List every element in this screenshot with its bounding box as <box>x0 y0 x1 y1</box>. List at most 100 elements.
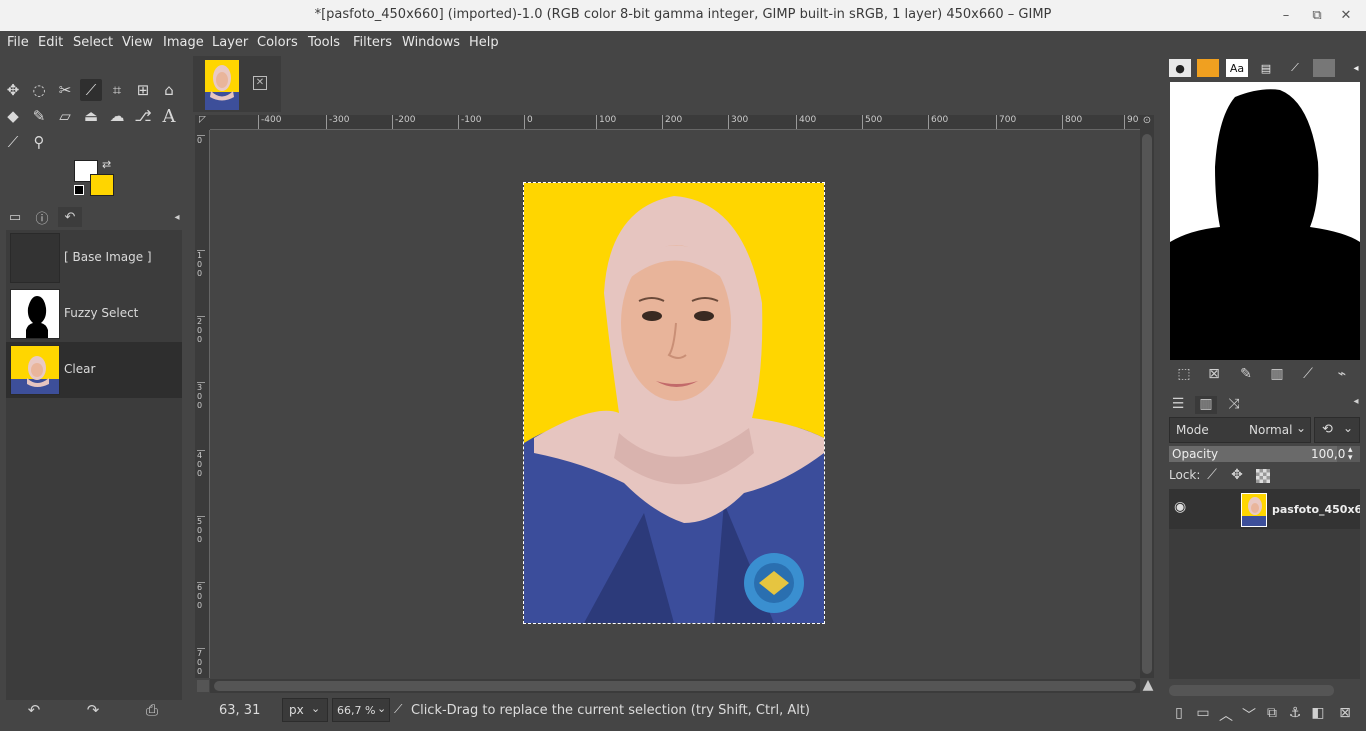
mode-select[interactable]: Mode Normal ⌄ <box>1169 417 1311 443</box>
menu-colors[interactable]: Colors <box>257 35 298 50</box>
layers-scroll-thumb[interactable] <box>1169 685 1334 696</box>
close-button[interactable]: ✕ <box>1336 6 1356 26</box>
bucket-fill-icon[interactable]: ◆ <box>2 105 24 127</box>
lower-layer-icon[interactable]: ﹀ <box>1238 705 1260 724</box>
vertical-ruler: 0 100 200 300 400 500 600 700 <box>195 130 210 678</box>
menu-file[interactable]: File <box>7 35 29 50</box>
paintbrush-icon[interactable]: ✎ <box>28 105 50 127</box>
menu-tools[interactable]: Tools <box>308 35 340 50</box>
new-layer-icon[interactable]: ▯ <box>1168 705 1190 723</box>
menu-view[interactable]: View <box>122 35 153 50</box>
crop-icon[interactable]: ⌗ <box>106 79 128 101</box>
ruler-corner-icon[interactable]: ◸ <box>195 115 210 130</box>
device-status-tab-icon[interactable]: ⓘ <box>30 207 54 227</box>
zoom-icon[interactable]: ⚲ <box>28 131 50 153</box>
menu-select[interactable]: Select <box>73 35 113 50</box>
select-none-icon[interactable]: ⊠ <box>1203 366 1225 384</box>
raise-layer-icon[interactable]: ︿ <box>1215 705 1237 724</box>
maximize-button[interactable]: ⧉ <box>1307 6 1327 26</box>
undo-history-list: [ Base Image ] Fuzzy Select Clear <box>6 230 182 700</box>
menu-image[interactable]: Image <box>163 35 204 50</box>
opacity-label: Opacity <box>1172 447 1219 461</box>
layer-mask-icon[interactable]: ◧ <box>1307 705 1329 723</box>
navigate-icon[interactable]: ▲ <box>1139 677 1157 695</box>
patterns-tab-icon[interactable] <box>1197 59 1219 77</box>
selection-to-path-icon[interactable]: ⬚ <box>1173 366 1195 384</box>
vertical-scrollbar[interactable] <box>1140 130 1154 678</box>
image-tab[interactable]: ✕ <box>193 56 281 112</box>
vertical-scroll-thumb[interactable] <box>1142 134 1152 674</box>
menu-layer[interactable]: Layer <box>212 35 248 50</box>
channels-icon[interactable]: ▥ <box>1266 366 1288 384</box>
move-tool-icon[interactable]: ✥ <box>2 79 24 101</box>
zoom-field[interactable]: 66,7 % ⌄ <box>332 698 390 722</box>
horizontal-scroll-thumb[interactable] <box>214 681 1136 691</box>
layer-name[interactable]: pasfoto_450x660 <box>1272 503 1360 516</box>
gradients-tab-icon[interactable] <box>1313 59 1335 77</box>
transform-icon[interactable]: ⊞ <box>132 79 154 101</box>
delete-layer-icon[interactable]: ⊠ <box>1334 705 1356 723</box>
default-colors-icon[interactable] <box>74 185 84 195</box>
dock-menu-icon[interactable]: ◂ <box>1345 59 1366 77</box>
undo-history-tab-icon[interactable]: ↶ <box>58 207 82 227</box>
paths-icon[interactable]: ⎇ <box>132 105 154 127</box>
horizontal-scrollbar[interactable] <box>210 679 1140 693</box>
fonts-tab[interactable]: Aa <box>1226 59 1248 77</box>
lock-pixels-icon[interactable]: ⟋ <box>1201 467 1223 485</box>
minimize-button[interactable]: – <box>1276 6 1296 26</box>
close-tab-icon[interactable]: ✕ <box>253 76 267 90</box>
paint-selection-icon[interactable]: ⟋ <box>1297 366 1319 384</box>
paths-tab-icon[interactable]: ⤨ <box>1223 396 1245 414</box>
tool-options-tab-icon[interactable]: ▭ <box>3 207 27 227</box>
fuzzy-select-icon[interactable]: ⟋ <box>80 79 102 101</box>
edit-selection-icon[interactable]: ✎ <box>1235 366 1257 384</box>
stroke-selection-icon[interactable]: ⌁ <box>1331 366 1353 384</box>
opacity-slider[interactable]: Opacity 100,0 ▴ ▾ <box>1169 446 1360 463</box>
visibility-eye-icon[interactable]: ◉ <box>1174 499 1186 515</box>
background-color-swatch[interactable] <box>90 174 114 196</box>
unit-select[interactable]: px ⌄ <box>282 698 328 722</box>
history-item-clear[interactable]: Clear <box>6 342 182 398</box>
dock-menu-icon[interactable]: ◂ <box>165 207 189 227</box>
ruler-v-label: 700 <box>197 648 205 676</box>
channels-tab-icon[interactable]: ▥ <box>1195 396 1217 414</box>
layer-row[interactable]: ◉ pasfoto_450x660 <box>1169 489 1360 529</box>
text-tool-icon[interactable]: A <box>158 105 180 127</box>
spin-arrows-icon[interactable]: ▴ ▾ <box>1348 446 1353 463</box>
zoom-lock-icon[interactable]: ⊙ <box>1140 115 1154 130</box>
warp-icon[interactable]: ⌂ <box>158 79 180 101</box>
brushes-tab-icon[interactable]: ● <box>1169 59 1191 77</box>
history-item-fuzzy-select[interactable]: Fuzzy Select <box>6 286 182 342</box>
layers-tab-icon[interactable]: ☰ <box>1167 396 1189 414</box>
swap-colors-icon[interactable]: ⇄ <box>102 158 111 171</box>
clone-icon[interactable]: ⏏ <box>80 105 102 127</box>
history-item-base-image[interactable]: [ Base Image ] <box>6 230 182 286</box>
layers-dock-menu-icon[interactable]: ◂ <box>1345 396 1366 414</box>
ruler-h-label: 300 <box>728 115 748 129</box>
canvas-area[interactable] <box>210 130 1138 678</box>
lock-alpha-icon[interactable] <box>1256 469 1270 483</box>
redo-icon[interactable]: ↷ <box>81 701 105 721</box>
clear-history-icon[interactable]: ⎙ <box>140 701 164 721</box>
image-canvas[interactable] <box>523 182 825 624</box>
ruler-h-label: 400 <box>796 115 816 129</box>
ellipse-select-icon[interactable]: ◌ <box>28 79 50 101</box>
eraser-icon[interactable]: ▱ <box>54 105 76 127</box>
menu-windows[interactable]: Windows <box>402 35 460 50</box>
ruler-h-label: 100 <box>596 115 616 129</box>
composite-mode-select[interactable]: ⟲ ⌄ <box>1314 417 1360 443</box>
smudge-icon[interactable]: ☁ <box>106 105 128 127</box>
menu-edit[interactable]: Edit <box>38 35 63 50</box>
duplicate-layer-icon[interactable]: ⧉ <box>1261 705 1283 723</box>
color-picker-icon[interactable]: ⟋ <box>2 131 24 153</box>
menu-help[interactable]: Help <box>469 35 499 50</box>
scissors-icon[interactable]: ✂ <box>54 79 76 101</box>
undo-icon[interactable]: ↶ <box>22 701 46 721</box>
menu-filters[interactable]: Filters <box>353 35 392 50</box>
new-layer-group-icon[interactable]: ▭ <box>1192 705 1214 723</box>
quick-mask-toggle-icon[interactable] <box>197 680 209 692</box>
anchor-layer-icon[interactable]: ⚓ <box>1284 705 1306 723</box>
document-history-tab-icon[interactable]: ▤ <box>1255 59 1277 77</box>
brush-editor-tab-icon[interactable]: ⟋ <box>1284 59 1306 77</box>
lock-position-icon[interactable]: ✥ <box>1226 467 1248 485</box>
